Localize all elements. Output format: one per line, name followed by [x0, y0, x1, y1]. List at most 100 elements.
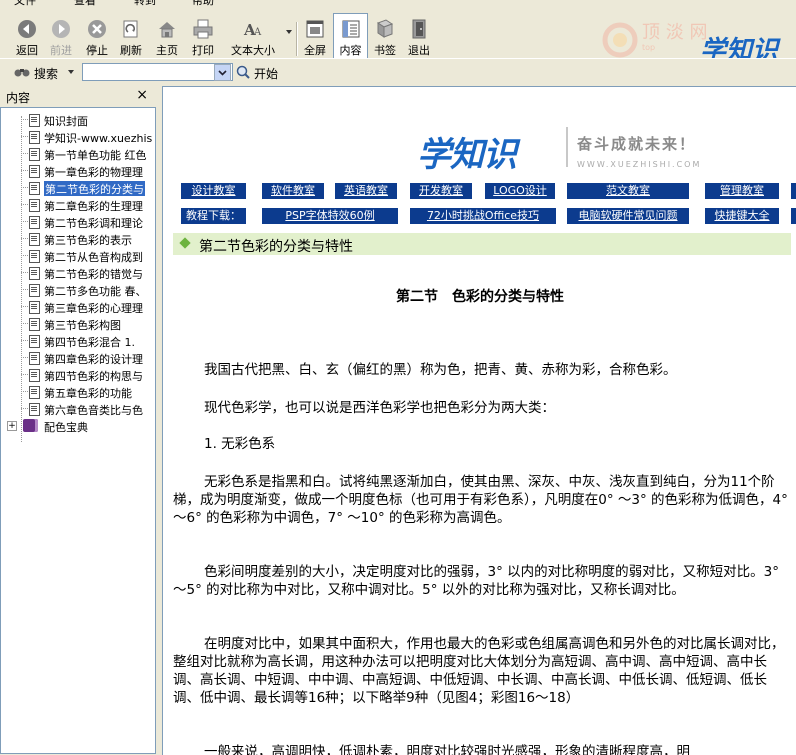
search-options-dropdown-icon[interactable]: [68, 70, 74, 74]
site-url: WWW.XUEZHISHI.COM: [577, 160, 702, 169]
site-logo: 学知识: [417, 135, 517, 175]
document-icon: [29, 199, 40, 212]
document-icon: [29, 352, 40, 365]
nav-link-partial[interactable]: [791, 208, 796, 224]
menu-file[interactable]: 文件: [14, 0, 36, 6]
search-combo-dropdown-button[interactable]: [214, 64, 231, 81]
paragraph: 我国古代把黑、白、玄（偏红的黑）称为色，把青、黄、赤称为彩，合称色彩。: [204, 362, 677, 378]
nav-link[interactable]: 开发教室: [410, 183, 472, 199]
bookmark-button[interactable]: 书签: [370, 18, 400, 62]
binoculars-icon: [14, 69, 30, 77]
stop-icon: [88, 20, 106, 38]
tree-item[interactable]: 第三节色彩构图: [1, 315, 155, 332]
tree-item[interactable]: 第六章色音类比与色: [1, 400, 155, 417]
contents-icon: [342, 20, 359, 38]
document-icon: [29, 114, 40, 127]
tree-item-selected[interactable]: 第二节色彩的分类与: [1, 179, 155, 196]
nav-link[interactable]: 英语教室: [335, 183, 397, 199]
fullscreen-icon: [306, 20, 324, 38]
tree-item[interactable]: 第一章色彩的物理理: [1, 162, 155, 179]
search-go-icon[interactable]: [236, 65, 250, 79]
nav-link[interactable]: 设计教室: [181, 183, 246, 199]
document-icon: [29, 284, 40, 297]
document-icon: [29, 318, 40, 331]
contents-tree[interactable]: 知识封面 学知识-www.xuezhis 第一节单色功能 红色 第一章色彩的物理…: [0, 107, 156, 754]
tree-item[interactable]: 第二章色彩的生理理: [1, 196, 155, 213]
tree-item[interactable]: 学知识-www.xuezhis: [1, 128, 155, 145]
document-icon: [29, 369, 40, 382]
document-icon: [29, 301, 40, 314]
menu-view[interactable]: 查看: [74, 0, 96, 6]
chevron-down-icon: [218, 70, 227, 76]
menubar: 文件 查看 转到 帮助: [0, 0, 796, 6]
nav-link[interactable]: LOGO设计: [485, 183, 555, 199]
tree-item[interactable]: 第五章色彩的功能: [1, 383, 155, 400]
nav-link[interactable]: 范文教室: [567, 183, 689, 199]
svg-text:顶 淡 网: 顶 淡 网: [642, 22, 707, 43]
forward-icon: [52, 20, 70, 38]
search-label: 搜索: [34, 67, 59, 81]
exit-icon: [412, 19, 426, 39]
menu-help[interactable]: 帮助: [192, 0, 214, 6]
search-bar: 搜索 开始: [0, 58, 796, 87]
sidebar-title: 内容: [6, 91, 31, 105]
sidebar: 内容 × 知识封面 学知识-www.xuezhis 第一节单色功能 红色 第一章…: [0, 86, 156, 754]
tree-item[interactable]: 第二节多色功能 春、: [1, 281, 155, 298]
font-size-dropdown-icon[interactable]: [286, 30, 292, 34]
toolbar: 返回 前进 停止 刷新 主页 打印 AA 文本大小 全屏 内容 书签 退出 顶 …: [0, 8, 796, 66]
exit-button[interactable]: 退出: [404, 18, 434, 62]
tree-item[interactable]: 第四节色彩的构思与: [1, 366, 155, 383]
tree-item[interactable]: 第四节色彩混合 1.: [1, 332, 155, 349]
paragraph: 在明度对比中，如果其中面积大，作用也最大的色彩或色组属高调色和另外色的对比属长调…: [173, 636, 785, 706]
svg-text:top: top: [642, 43, 655, 52]
tree-item[interactable]: 第三节色彩的表示: [1, 230, 155, 247]
logo-divider: [566, 127, 568, 167]
paragraph: 无彩色系是指黑和白。试将纯黑逐渐加白，使其由黑、深灰、中灰、浅灰直到纯白，分为1…: [173, 474, 788, 526]
search-go-button[interactable]: 开始: [254, 65, 278, 82]
tree-item[interactable]: 第二节色彩的错觉与: [1, 264, 155, 281]
search-input[interactable]: [82, 63, 233, 81]
expand-plus-icon[interactable]: +: [7, 421, 17, 431]
home-button[interactable]: 主页: [152, 18, 182, 62]
nav-link[interactable]: 管理教室: [705, 183, 779, 199]
tree-item[interactable]: 第一节单色功能 红色: [1, 145, 155, 162]
paragraph: 色彩间明度差别的大小，决定明度对比的强弱，3° 以内的对比称明度的弱对比，又称短…: [173, 564, 779, 598]
tree-item[interactable]: 知识封面: [1, 111, 155, 128]
document-icon: [29, 233, 40, 246]
menu-goto[interactable]: 转到: [134, 0, 156, 6]
font-size-button[interactable]: AA 文本大小: [226, 18, 280, 62]
document-icon: [29, 148, 40, 161]
print-button[interactable]: 打印: [188, 18, 218, 62]
bullet-diamond-icon: [179, 237, 191, 249]
nav-link-partial[interactable]: [791, 183, 796, 199]
document-icon: [29, 216, 40, 229]
fullscreen-button[interactable]: 全屏: [300, 18, 330, 62]
tree-item[interactable]: 第二节色彩调和理论: [1, 213, 155, 230]
document-icon: [29, 165, 40, 178]
nav-link[interactable]: 电脑软硬件常见问题: [567, 208, 689, 224]
tree-item[interactable]: 第二节从色音构成到: [1, 247, 155, 264]
document-icon: [29, 182, 40, 195]
back-button[interactable]: 返回: [12, 18, 42, 62]
tree-item[interactable]: 第三章色彩的心理理: [1, 298, 155, 315]
document-icon: [29, 267, 40, 280]
font-size-icon: AA: [243, 21, 262, 39]
nav-link[interactable]: 快捷键大全: [705, 208, 779, 224]
tree-item[interactable]: 第四章色彩的设计理: [1, 349, 155, 366]
nav-link[interactable]: 软件教室: [262, 183, 324, 199]
bookmark-icon: [376, 19, 394, 38]
nav-link[interactable]: PSP字体特效60例: [262, 208, 398, 224]
section-header: 第二节色彩的分类与特性: [173, 233, 791, 255]
contents-button[interactable]: 内容: [333, 13, 368, 61]
article-title: 第二节 色彩的分类与特性: [396, 289, 564, 305]
nav-link[interactable]: 72小时挑战Office技巧: [410, 208, 556, 224]
stop-button[interactable]: 停止: [82, 18, 112, 62]
nav-download-label: 教程下载：: [181, 208, 246, 224]
sidebar-close-button[interactable]: ×: [136, 87, 148, 103]
sidebar-header: 内容 ×: [0, 86, 156, 106]
refresh-button[interactable]: 刷新: [116, 18, 146, 62]
tree-item-folder[interactable]: + 配色宝典: [1, 417, 155, 434]
forward-button[interactable]: 前进: [46, 18, 76, 62]
site-slogan: 奋斗成就未来！: [577, 135, 697, 153]
section-title: 第二节色彩的分类与特性: [199, 239, 353, 255]
